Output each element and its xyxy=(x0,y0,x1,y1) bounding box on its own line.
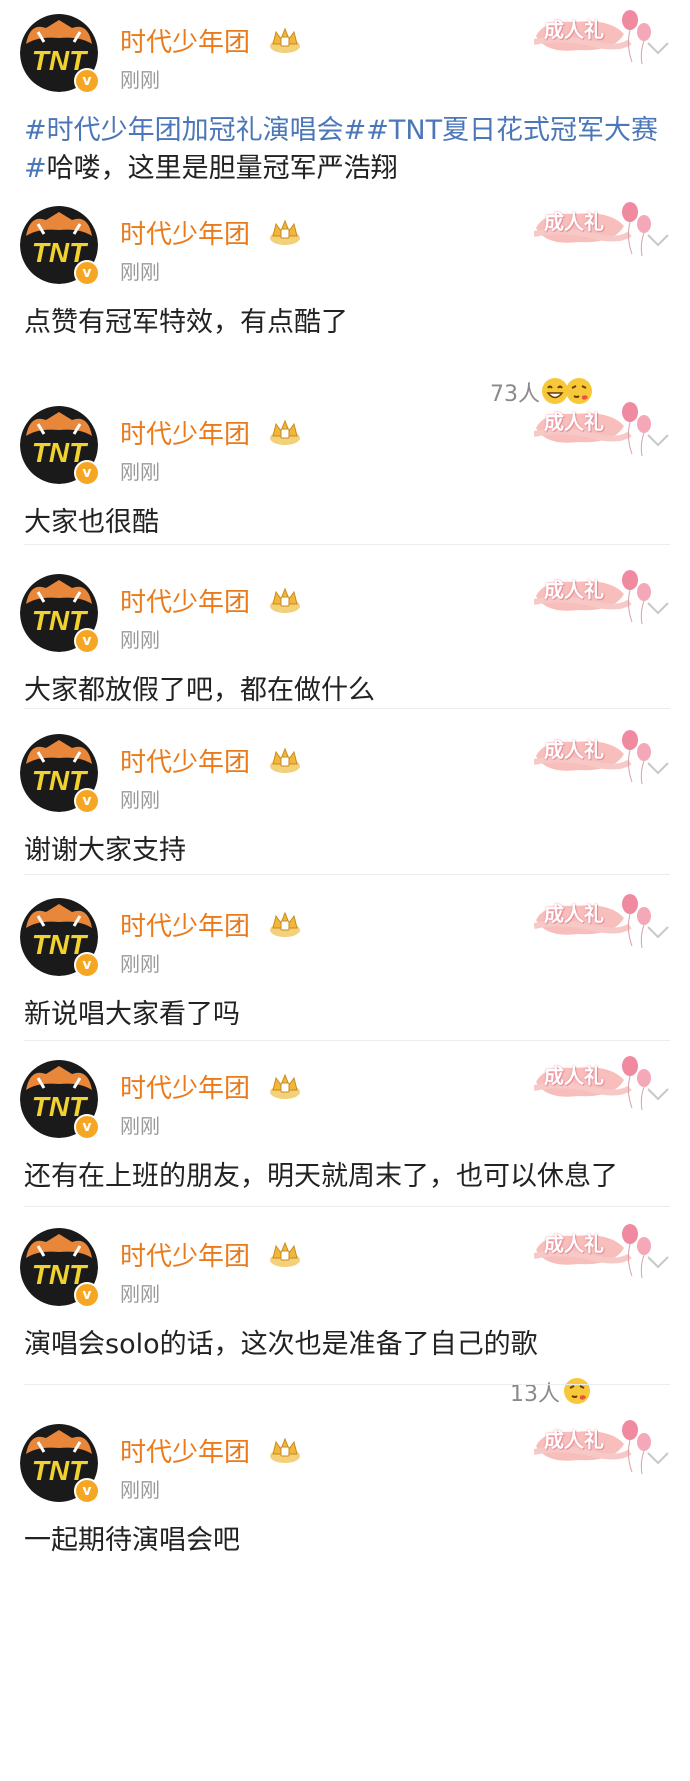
crown-badge-icon xyxy=(268,584,302,614)
decoration-label: 成人礼 xyxy=(544,1428,604,1452)
comment-content: 点赞有冠军特效，有点酷了 xyxy=(24,304,674,342)
chevron-down-icon[interactable] xyxy=(646,760,670,776)
divider xyxy=(24,544,670,545)
verified-badge-icon: v xyxy=(74,68,100,94)
chevron-down-icon[interactable] xyxy=(646,600,670,616)
content-text: 大家都放假了吧，都在做什么 xyxy=(24,675,375,706)
content-text: 点赞有冠军特效，有点酷了 xyxy=(24,307,348,338)
content-text: 一起期待演唱会吧 xyxy=(24,1525,240,1556)
divider xyxy=(24,1206,670,1207)
post-time: 刚刚 xyxy=(120,788,160,812)
decoration-label: 成人礼 xyxy=(544,18,604,42)
reaction-summary[interactable]: 73人 xyxy=(490,376,592,408)
crown-badge-icon xyxy=(268,1238,302,1268)
verified-badge-icon: v xyxy=(74,1282,100,1308)
crown-badge-icon xyxy=(268,744,302,774)
post-time: 刚刚 xyxy=(120,460,160,484)
crown-badge-icon xyxy=(268,24,302,54)
content-text: 谢谢大家支持 xyxy=(24,835,186,866)
comment-content: #时代少年团加冠礼演唱会##TNT夏日花式冠军大赛#哈喽，这里是胆量冠军严浩翔 xyxy=(24,112,674,188)
birthday-decoration: 成人礼 xyxy=(533,198,654,258)
comment-content: 一起期待演唱会吧 xyxy=(24,1522,674,1560)
author-name[interactable]: 时代少年团 xyxy=(120,1068,250,1105)
comment-content: 还有在上班的朋友，明天就周末了，也可以休息了 xyxy=(24,1158,674,1196)
verified-badge-icon: v xyxy=(74,628,100,654)
birthday-decoration: 成人礼 xyxy=(533,1052,654,1112)
comment-content: 大家都放假了吧，都在做什么 xyxy=(24,672,674,710)
hashtag-link[interactable]: #时代少年团加冠礼演唱会# xyxy=(24,115,366,146)
author-name[interactable]: 时代少年团 xyxy=(120,582,250,619)
content-text: 新说唱大家看了吗 xyxy=(24,999,240,1030)
birthday-decoration: 成人礼 xyxy=(533,1416,654,1476)
kiss-emoji-icon xyxy=(562,1376,592,1406)
chevron-down-icon[interactable] xyxy=(646,1254,670,1270)
post-time: 刚刚 xyxy=(120,68,160,92)
chevron-down-icon[interactable] xyxy=(646,1450,670,1466)
divider xyxy=(24,1040,670,1041)
post-time: 刚刚 xyxy=(120,260,160,284)
post-time: 刚刚 xyxy=(120,1282,160,1306)
crown-badge-icon xyxy=(268,1434,302,1464)
crown-badge-icon xyxy=(268,416,302,446)
decoration-label: 成人礼 xyxy=(544,578,604,602)
birthday-decoration: 成人礼 xyxy=(533,566,654,626)
crown-badge-icon xyxy=(268,1070,302,1100)
content-text: 哈喽，这里是胆量冠军严浩翔 xyxy=(46,153,398,184)
content-text: 还有在上班的朋友，明天就周末了，也可以休息了 xyxy=(24,1161,618,1192)
decoration-label: 成人礼 xyxy=(544,210,604,234)
verified-badge-icon: v xyxy=(74,260,100,286)
author-name[interactable]: 时代少年团 xyxy=(120,906,250,943)
birthday-decoration: 成人礼 xyxy=(533,726,654,786)
verified-badge-icon: v xyxy=(74,788,100,814)
crown-badge-icon xyxy=(268,908,302,938)
decoration-label: 成人礼 xyxy=(544,410,604,434)
chevron-down-icon[interactable] xyxy=(646,432,670,448)
chevron-down-icon[interactable] xyxy=(646,924,670,940)
post-time: 刚刚 xyxy=(120,1114,160,1138)
birthday-decoration: 成人礼 xyxy=(533,6,654,66)
weibo-comment-feed: { "author": { "name": "时代少年团", "time": "… xyxy=(0,0,690,1781)
chevron-down-icon[interactable] xyxy=(646,40,670,56)
decoration-label: 成人礼 xyxy=(544,902,604,926)
verified-badge-icon: v xyxy=(74,1114,100,1140)
post-time: 刚刚 xyxy=(120,1478,160,1502)
crown-badge-icon xyxy=(268,216,302,246)
decoration-label: 成人礼 xyxy=(544,1064,604,1088)
reaction-count: 13人 xyxy=(510,1382,560,1407)
decoration-label: 成人礼 xyxy=(544,1232,604,1256)
birthday-decoration: 成人礼 xyxy=(533,398,654,458)
divider xyxy=(24,874,670,875)
verified-badge-icon: v xyxy=(74,1478,100,1504)
decoration-label: 成人礼 xyxy=(544,738,604,762)
verified-badge-icon: v xyxy=(74,952,100,978)
author-name[interactable]: 时代少年团 xyxy=(120,1236,250,1273)
content-text: 大家也很酷 xyxy=(24,507,159,538)
author-name[interactable]: 时代少年团 xyxy=(120,214,250,251)
author-name[interactable]: 时代少年团 xyxy=(120,742,250,779)
comment-content: 大家也很酷 xyxy=(24,504,674,542)
comment-content: 谢谢大家支持 xyxy=(24,832,674,870)
divider xyxy=(24,708,670,709)
post-time: 刚刚 xyxy=(120,952,160,976)
author-name[interactable]: 时代少年团 xyxy=(120,1432,250,1469)
birthday-decoration: 成人礼 xyxy=(533,1220,654,1280)
birthday-decoration: 成人礼 xyxy=(533,890,654,950)
divider xyxy=(24,1384,670,1385)
reaction-count: 73人 xyxy=(490,382,540,407)
comment-content: 新说唱大家看了吗 xyxy=(24,996,674,1034)
comment-content: 演唱会solo的话，这次也是准备了自己的歌 xyxy=(24,1326,674,1364)
author-name[interactable]: 时代少年团 xyxy=(120,414,250,451)
author-name[interactable]: 时代少年团 xyxy=(120,22,250,59)
reaction-summary[interactable]: 13人 xyxy=(510,1376,590,1408)
verified-badge-icon: v xyxy=(74,460,100,486)
chevron-down-icon[interactable] xyxy=(646,232,670,248)
post-time: 刚刚 xyxy=(120,628,160,652)
chevron-down-icon[interactable] xyxy=(646,1086,670,1102)
content-text: 演唱会solo的话，这次也是准备了自己的歌 xyxy=(24,1329,538,1360)
